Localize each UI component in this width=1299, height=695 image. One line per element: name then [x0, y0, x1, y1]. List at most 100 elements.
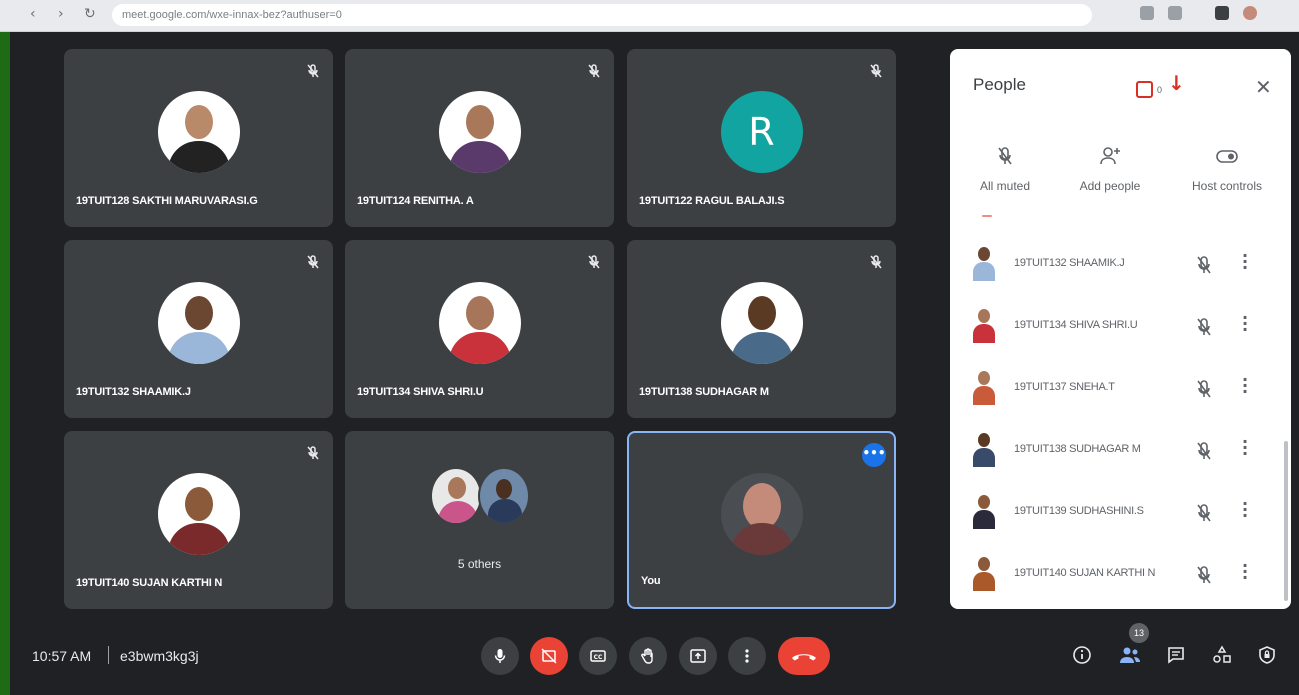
participant-name: 19TUIT128 SAKTHI MARUVARASI.G [76, 195, 258, 207]
extension-icon[interactable] [1140, 6, 1154, 20]
forward-icon[interactable]: › [58, 6, 64, 22]
participant-row[interactable]: 19TUIT139 SUDHASHINI.S · · · [950, 483, 1291, 543]
list-divider [982, 215, 992, 217]
avatar-face [465, 296, 494, 330]
background-frame [0, 32, 10, 695]
avatar [970, 309, 998, 343]
badge-count: 0 [1157, 85, 1163, 95]
mic-off-icon[interactable] [1193, 378, 1215, 400]
more-vert-icon[interactable]: · · · [1240, 372, 1250, 400]
participant-tile[interactable]: R 19TUIT122 RAGUL BALAJI.S [627, 49, 896, 227]
host-controls-button[interactable]: Host controls [1177, 145, 1277, 193]
back-icon[interactable]: ‹ [30, 6, 36, 22]
avatar-face [747, 296, 776, 330]
mic-off-icon[interactable] [1193, 254, 1215, 276]
participant-tile[interactable]: 19TUIT132 SHAAMIK.J [64, 240, 333, 418]
avatar-shoulders [730, 332, 793, 364]
more-vert-icon[interactable]: · · · [1240, 496, 1250, 524]
camera-button[interactable] [530, 637, 568, 675]
scrollbar[interactable] [1284, 441, 1288, 601]
mic-off-icon[interactable] [1193, 440, 1215, 462]
meeting-code: e3bwm3kg3j [120, 648, 199, 664]
avatar [720, 282, 803, 364]
participant-name: 19TUIT138 SUDHAGAR M [639, 386, 769, 398]
participant-name: 19TUIT134 SHIVA SHRI.U [357, 386, 484, 398]
mic-icon [494, 649, 506, 663]
mic-off-icon[interactable] [1193, 564, 1215, 586]
participant-row[interactable]: 19TUIT134 SHIVA SHRI.U · · · [950, 297, 1291, 357]
participant-name: 19TUIT132 SHAAMIK.J [1014, 257, 1125, 269]
more-vert-icon[interactable]: · · · [1240, 434, 1250, 462]
more-vert-icon[interactable]: · · · [1240, 248, 1250, 276]
participant-tile[interactable]: 19TUIT124 RENITHA. A [345, 49, 614, 227]
avatar [157, 282, 240, 364]
people-icon[interactable] [1118, 645, 1142, 665]
participant-tile[interactable]: 19TUIT134 SHIVA SHRI.U [345, 240, 614, 418]
activities-icon[interactable] [1211, 645, 1233, 665]
avatar-face [184, 105, 213, 139]
mic-off-icon [588, 255, 600, 269]
participant-row[interactable]: 19TUIT132 SHAAMIK.J · · · [950, 235, 1291, 295]
others-count-label: 5 others [457, 557, 502, 571]
self-tile[interactable]: ••• You [627, 431, 896, 609]
avatar [157, 473, 240, 555]
avatar [438, 91, 521, 173]
host-controls-icon[interactable] [1257, 645, 1277, 665]
avatar [157, 91, 240, 173]
participant-row[interactable]: 19TUIT138 SUDHAGAR M · · · [950, 421, 1291, 481]
avatar [970, 247, 998, 281]
participant-row[interactable]: 19TUIT137 SNEHA.T · · · [950, 359, 1291, 419]
captions-button[interactable]: CC [579, 637, 617, 675]
more-vert-icon[interactable]: · · · [1240, 310, 1250, 338]
leave-call-button[interactable] [778, 637, 830, 675]
add-people-button[interactable]: Add people [1060, 145, 1160, 193]
participant-tile[interactable]: 19TUIT140 SUJAN KARTHI N [64, 431, 333, 609]
extension-icon[interactable] [1168, 6, 1182, 20]
mic-off-icon[interactable] [1193, 316, 1215, 338]
others-tile[interactable]: 5 others [345, 431, 614, 609]
participant-tile[interactable]: 19TUIT138 SUDHAGAR M [627, 240, 896, 418]
meeting-time: 10:57 AM [32, 648, 92, 664]
all-muted-button[interactable]: All muted [955, 145, 1055, 193]
mic-off-icon[interactable] [1193, 502, 1215, 524]
microphone-button[interactable] [481, 637, 519, 675]
browser-toolbar: ‹ › ↻ meet.google.com/wxe-innax-bez?auth… [0, 0, 1299, 32]
profile-avatar[interactable] [1243, 6, 1257, 20]
participant-tile[interactable]: 19TUIT128 SAKTHI MARUVARASI.G [64, 49, 333, 227]
participant-name: 19TUIT134 SHIVA SHRI.U [1014, 319, 1138, 331]
hang-up-icon [792, 654, 816, 661]
participant-name: 19TUIT122 RAGUL BALAJI.S [639, 195, 785, 207]
checklist-icon[interactable] [1136, 81, 1153, 98]
participant-name: 19TUIT124 RENITHA. A [357, 195, 474, 207]
mic-off-icon [870, 64, 882, 78]
address-bar[interactable]: meet.google.com/wxe-innax-bez?authuser=0 [112, 4, 1092, 26]
divider [108, 646, 109, 664]
extension-icon[interactable] [1215, 6, 1229, 20]
info-icon[interactable] [1072, 645, 1092, 665]
participant-count-badge: 13 [1129, 623, 1149, 643]
mic-off-icon [307, 64, 319, 78]
camera-off-icon [541, 648, 557, 664]
mic-off-icon [307, 255, 319, 269]
more-vert-icon[interactable]: · · · [1240, 558, 1250, 586]
close-icon[interactable]: ✕ [1255, 75, 1272, 99]
present-button[interactable] [679, 637, 717, 675]
avatar [970, 371, 998, 405]
avatar [970, 557, 998, 591]
control-label: Add people [1079, 179, 1141, 193]
avatar [970, 495, 998, 529]
more-options-button[interactable]: ••• [862, 443, 886, 467]
reload-icon[interactable]: ↻ [84, 6, 96, 22]
participant-name: 19TUIT137 SNEHA.T [1014, 381, 1115, 393]
participant-row[interactable]: 19TUIT140 SUJAN KARTHI N · · · [950, 545, 1291, 605]
arrow-down-icon: ↓ [1168, 71, 1185, 95]
raise-hand-button[interactable] [629, 637, 667, 675]
more-options-button[interactable] [728, 637, 766, 675]
hand-icon [641, 648, 653, 664]
participant-name: 19TUIT140 SUJAN KARTHI N [76, 577, 223, 589]
avatar-shoulders [730, 523, 793, 555]
avatar-face [184, 296, 213, 330]
avatar [438, 282, 521, 364]
present-icon [690, 649, 706, 663]
chat-icon[interactable] [1166, 645, 1186, 665]
